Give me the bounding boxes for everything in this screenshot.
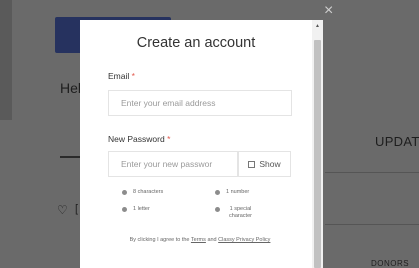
terms-prefix: By clicking I agree to the xyxy=(129,237,190,243)
requirement-item: 1 special character xyxy=(215,206,255,220)
password-label-text: New Password xyxy=(108,134,165,144)
scrollbar-thumb[interactable] xyxy=(314,40,321,268)
scroll-up-icon[interactable]: ▲ xyxy=(314,22,321,30)
background-divider-right-2 xyxy=(325,224,419,225)
email-field[interactable] xyxy=(108,90,292,116)
terms-link[interactable]: Terms xyxy=(191,237,206,243)
requirement-item: 1 number xyxy=(215,189,249,196)
background-greeting-text: Hel xyxy=(60,80,82,96)
background-left-panel xyxy=(0,0,12,120)
requirement-text: 1 special character xyxy=(229,206,252,219)
checkbox-icon xyxy=(248,160,256,168)
show-password-label: Show xyxy=(259,159,281,169)
bullet-icon xyxy=(215,207,220,212)
email-label: Email * xyxy=(108,71,135,81)
background-updates-tab[interactable]: UPDAT xyxy=(375,134,419,149)
background-heart-suffix: [ xyxy=(75,203,79,215)
password-label: New Password * xyxy=(108,134,170,144)
show-password-toggle[interactable]: Show xyxy=(238,151,291,177)
heart-icon[interactable]: ♡ xyxy=(57,203,68,217)
email-required-mark: * xyxy=(131,71,135,81)
requirement-text: 8 characters xyxy=(133,189,164,195)
create-account-modal: Create an account Email * New Password *… xyxy=(80,20,323,268)
terms-and: and xyxy=(207,237,217,243)
email-label-text: Email xyxy=(108,71,130,81)
bullet-icon xyxy=(122,207,127,212)
privacy-policy-link[interactable]: Classy Privacy Policy xyxy=(218,237,270,243)
background-divider-right xyxy=(325,172,419,173)
password-field[interactable] xyxy=(108,151,238,177)
terms-text: By clicking I agree to the Terms and Cla… xyxy=(108,236,292,245)
password-required-mark: * xyxy=(167,134,171,144)
requirement-item: 8 characters xyxy=(122,189,163,196)
bullet-icon xyxy=(122,190,127,195)
background-donors-label: DONORS xyxy=(371,259,410,268)
bullet-icon xyxy=(215,190,220,195)
modal-title: Create an account xyxy=(136,35,256,51)
close-icon[interactable]: × xyxy=(324,3,333,19)
requirement-text: 1 letter xyxy=(133,206,150,212)
requirement-item: 1 letter xyxy=(122,206,150,213)
requirement-text: 1 number xyxy=(226,189,250,195)
